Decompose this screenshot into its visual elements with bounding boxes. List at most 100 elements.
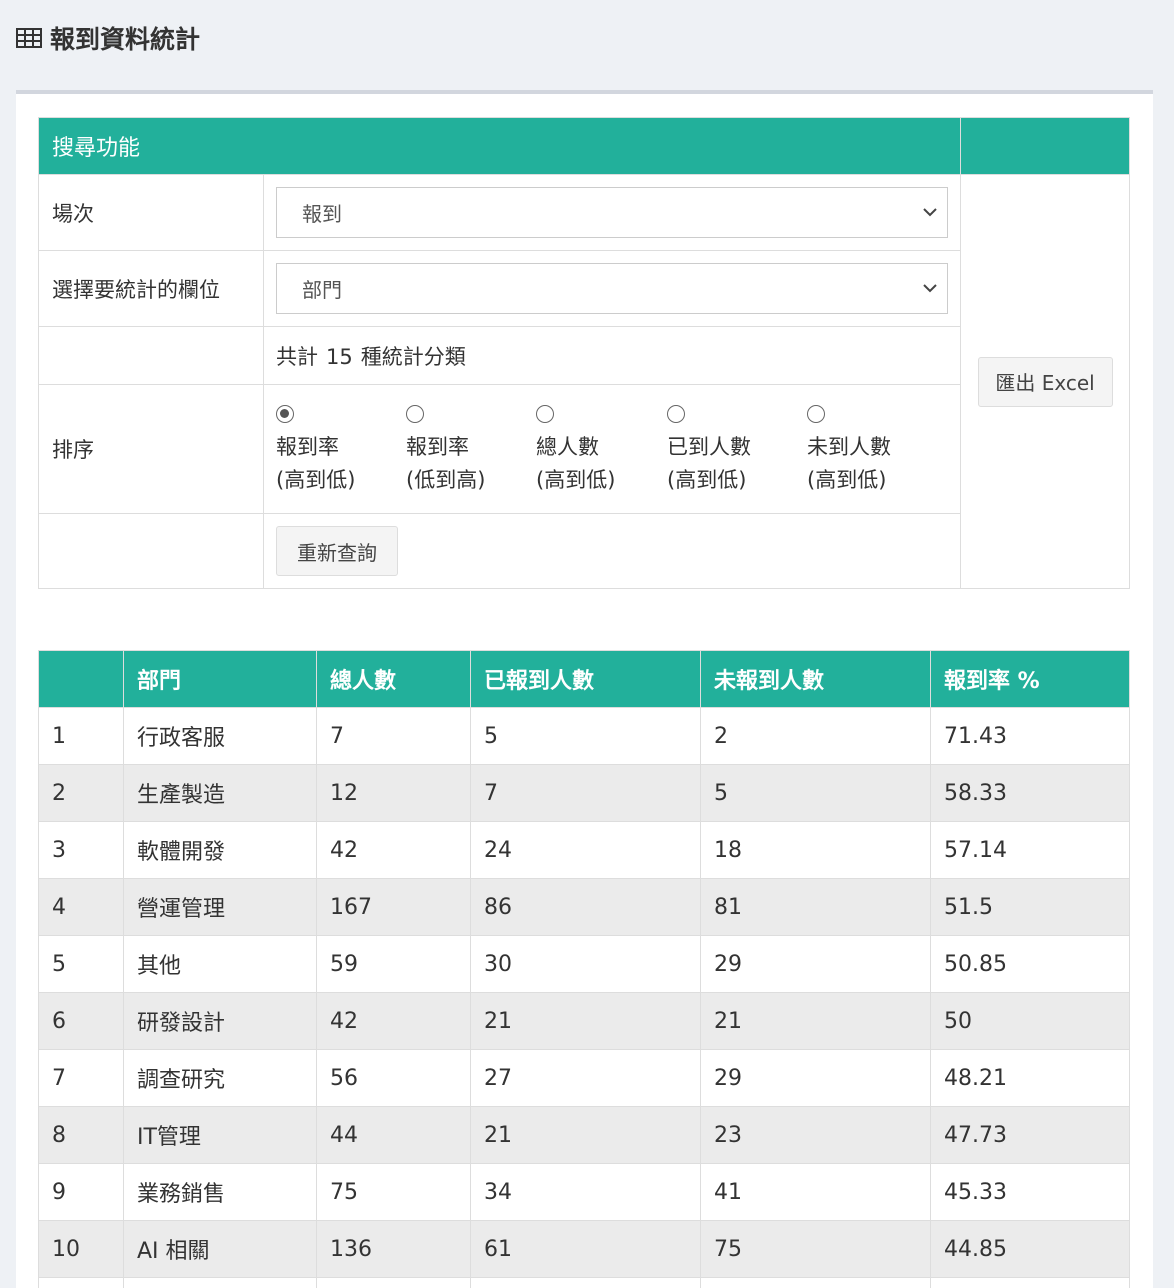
cell-rate: 47.73 xyxy=(930,1106,1130,1164)
cell-rate: 44.85 xyxy=(930,1220,1130,1278)
cell-total: 136 xyxy=(316,1220,471,1278)
cell-absent xyxy=(700,1277,931,1288)
cell-total: 12 xyxy=(316,764,471,822)
sort-option-sublabel: (高到低) xyxy=(536,468,616,492)
cell-absent: 21 xyxy=(700,992,931,1050)
sort-option-label: 未到人數 xyxy=(807,435,891,459)
requery-label-blank xyxy=(38,513,264,589)
cell-total: 42 xyxy=(316,992,471,1050)
content-panel: 搜尋功能 場次 報到 匯出 Excel 選擇要統計的欄位 部門 共計 15 種統… xyxy=(16,90,1153,1288)
chevron-down-icon xyxy=(923,284,937,293)
table-row: 1 行政客服 7 5 2 71.43 xyxy=(38,707,1130,765)
field-label: 選擇要統計的欄位 xyxy=(38,250,264,327)
cell-rate xyxy=(930,1277,1130,1288)
cell-absent: 81 xyxy=(700,878,931,936)
cell-total xyxy=(316,1277,471,1288)
chevron-down-icon xyxy=(923,208,937,217)
table-row: 10 AI 相關 136 61 75 44.85 xyxy=(38,1220,1130,1278)
cell-index: 8 xyxy=(38,1106,124,1164)
cell-arrived: 27 xyxy=(470,1049,701,1107)
cell-total: 44 xyxy=(316,1106,471,1164)
sort-option-sublabel: (低到高) xyxy=(406,468,486,492)
cell-rate: 57.14 xyxy=(930,821,1130,879)
cell-index: 10 xyxy=(38,1220,124,1278)
sort-option-absent-desc[interactable]: 未到人數 (高到低) xyxy=(807,405,937,497)
cell-rate: 58.33 xyxy=(930,764,1130,822)
sort-option-arrived-desc[interactable]: 已到人數 (高到低) xyxy=(667,405,807,497)
table-row xyxy=(38,1277,1130,1288)
category-count: 共計 15 種統計分類 xyxy=(276,345,466,369)
sort-option-label: 總人數 xyxy=(536,435,599,459)
radio-unchecked-icon[interactable] xyxy=(406,405,424,423)
cell-absent: 5 xyxy=(700,764,931,822)
cell-arrived: 86 xyxy=(470,878,701,936)
table-row: 4 營運管理 167 86 81 51.5 xyxy=(38,878,1130,936)
cell-department: 行政客服 xyxy=(123,707,317,765)
column-header-department[interactable]: 部門 xyxy=(123,650,317,708)
table-row: 9 業務銷售 75 34 41 45.33 xyxy=(38,1163,1130,1221)
requery-button[interactable]: 重新查詢 xyxy=(276,526,398,576)
cell-arrived: 21 xyxy=(470,992,701,1050)
count-prefix: 共計 xyxy=(276,344,318,369)
cell-arrived: 30 xyxy=(470,935,701,993)
session-label: 場次 xyxy=(38,174,264,251)
cell-department: 業務銷售 xyxy=(123,1163,317,1221)
column-header-arrived[interactable]: 已報到人數 xyxy=(470,650,701,708)
radio-checked-icon[interactable] xyxy=(276,405,294,423)
search-header-blank xyxy=(960,117,1131,175)
cell-arrived xyxy=(470,1277,701,1288)
table-row: 7 調查研究 56 27 29 48.21 xyxy=(38,1049,1130,1107)
cell-index: 4 xyxy=(38,878,124,936)
cell-department: 其他 xyxy=(123,935,317,993)
cell-rate: 71.43 xyxy=(930,707,1130,765)
cell-rate: 48.21 xyxy=(930,1049,1130,1107)
cell-total: 167 xyxy=(316,878,471,936)
cell-total: 56 xyxy=(316,1049,471,1107)
radio-unchecked-icon[interactable] xyxy=(807,405,825,423)
table-icon xyxy=(16,28,42,48)
cell-department: 調查研究 xyxy=(123,1049,317,1107)
cell-total: 7 xyxy=(316,707,471,765)
cell-absent: 29 xyxy=(700,1049,931,1107)
cell-department: 生產製造 xyxy=(123,764,317,822)
table-row: 5 其他 59 30 29 50.85 xyxy=(38,935,1130,993)
sort-option-total-desc[interactable]: 總人數 (高到低) xyxy=(536,405,667,497)
results-table: 部門 總人數 已報到人數 未報到人數 報到率 % 1 行政客服 7 5 2 71.43 2 生… xyxy=(38,650,1130,1288)
cell-total: 75 xyxy=(316,1163,471,1221)
field-select[interactable]: 部門 xyxy=(276,263,948,314)
radio-unchecked-icon[interactable] xyxy=(536,405,554,423)
cell-absent: 29 xyxy=(700,935,931,993)
table-row: 3 軟體開發 42 24 18 57.14 xyxy=(38,821,1130,879)
cell-index: 1 xyxy=(38,707,124,765)
results-body: 1 行政客服 7 5 2 71.43 2 生產製造 12 7 5 58.33 3 軟體開發 42 24 18 57… xyxy=(38,707,1130,1288)
column-header-rate[interactable]: 報到率 % xyxy=(930,650,1130,708)
column-header-index xyxy=(38,650,124,708)
cell-arrived: 5 xyxy=(470,707,701,765)
cell-department: 研發設計 xyxy=(123,992,317,1050)
radio-unchecked-icon[interactable] xyxy=(667,405,685,423)
table-row: 6 研發設計 42 21 21 50 xyxy=(38,992,1130,1050)
column-header-total[interactable]: 總人數 xyxy=(316,650,471,708)
sort-option-rate-desc[interactable]: 報到率 (高到低) xyxy=(276,405,406,497)
field-select-value: 部門 xyxy=(302,278,342,302)
cell-absent: 75 xyxy=(700,1220,931,1278)
sort-option-rate-asc[interactable]: 報到率 (低到高) xyxy=(406,405,536,497)
session-select-value: 報到 xyxy=(302,202,342,226)
cell-department: 營運管理 xyxy=(123,878,317,936)
search-table: 搜尋功能 場次 報到 匯出 Excel 選擇要統計的欄位 部門 共計 15 種統… xyxy=(37,117,1131,589)
cell-arrived: 61 xyxy=(470,1220,701,1278)
sort-option-label: 已到人數 xyxy=(667,435,751,459)
cell-absent: 2 xyxy=(700,707,931,765)
session-select[interactable]: 報到 xyxy=(276,187,948,238)
sort-label: 排序 xyxy=(38,384,264,514)
sort-option-sublabel: (高到低) xyxy=(276,468,356,492)
count-label-blank xyxy=(38,326,264,385)
page-title: 報到資料統計 xyxy=(50,25,201,54)
export-excel-button[interactable]: 匯出 Excel xyxy=(977,356,1113,407)
cell-total: 59 xyxy=(316,935,471,993)
cell-index: 6 xyxy=(38,992,124,1050)
cell-index: 5 xyxy=(38,935,124,993)
cell-absent: 18 xyxy=(700,821,931,879)
cell-arrived: 34 xyxy=(470,1163,701,1221)
column-header-absent[interactable]: 未報到人數 xyxy=(700,650,931,708)
